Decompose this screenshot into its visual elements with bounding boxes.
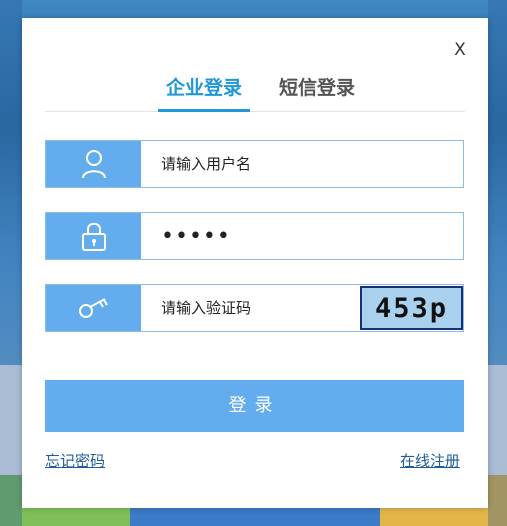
login-tabs: 企业登录 短信登录 xyxy=(45,74,465,112)
password-input[interactable] xyxy=(141,213,463,259)
tab-enterprise-login[interactable]: 企业登录 xyxy=(158,74,250,112)
username-input[interactable] xyxy=(141,141,463,187)
lock-icon xyxy=(46,213,141,259)
close-icon[interactable]: X xyxy=(450,40,470,60)
captcha-field: 453p xyxy=(45,284,464,332)
captcha-code: 453p xyxy=(374,292,449,324)
captcha-image[interactable]: 453p xyxy=(360,286,463,330)
captcha-input[interactable] xyxy=(141,285,359,331)
username-field xyxy=(45,140,464,188)
background-edge xyxy=(0,0,22,526)
register-link[interactable]: 在线注册 xyxy=(400,450,460,471)
tab-sms-login[interactable]: 短信登录 xyxy=(271,74,363,112)
login-button[interactable]: 登录 xyxy=(45,380,464,432)
key-icon xyxy=(46,285,141,331)
password-field xyxy=(45,212,464,260)
user-icon xyxy=(46,141,141,187)
background-edge xyxy=(488,0,507,526)
login-dialog: X 企业登录 短信登录 请输入用户名 ••••• 请输入验证码 453p 登录 … xyxy=(22,18,488,508)
forgot-password-link[interactable]: 忘记密码 xyxy=(45,450,105,471)
